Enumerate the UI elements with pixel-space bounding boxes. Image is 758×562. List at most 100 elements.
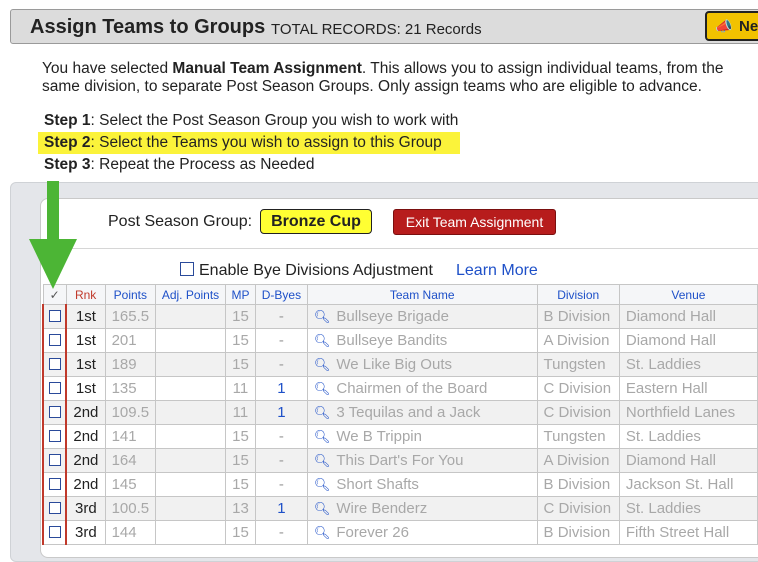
magnifier-icon[interactable]: 🔍︎ — [314, 525, 331, 540]
magnifier-icon[interactable]: 🔍︎ — [314, 357, 331, 372]
table-row: 1st 189 15- 🔍︎ We Like Big Outs Tungsten St. L… — [41, 352, 758, 377]
row-select-checkbox[interactable] — [41, 376, 68, 401]
teams-table: ✓ Rnk Points Adj. Points MP D-Byes Team … — [41, 284, 758, 545]
mp-cell: 15 — [224, 352, 256, 377]
division-cell: C Division — [536, 400, 620, 425]
rank-cell: 2nd — [65, 448, 106, 473]
team-name-cell[interactable]: 🔍︎ 3 Tequilas and a Jack — [306, 400, 538, 425]
team-name-cell[interactable]: 🔍︎ We Like Big Outs — [306, 352, 538, 377]
col-header-venue[interactable]: Venue — [618, 284, 758, 305]
team-name-cell[interactable]: 🔍︎ Bullseye Bandits — [306, 328, 538, 353]
adj-points-cell — [155, 328, 226, 353]
green-down-arrow — [29, 181, 77, 289]
row-select-checkbox[interactable] — [41, 424, 68, 449]
team-name-cell[interactable]: 🔍︎ Short Shafts — [306, 472, 538, 497]
venue-cell: Eastern Hall — [618, 376, 758, 401]
page-title: Assign Teams to Groups — [30, 16, 266, 38]
table-row: 2nd 145 15- 🔍︎ Short Shafts B Division Jackson… — [41, 472, 758, 497]
mp-cell: 11 — [224, 400, 256, 425]
venue-cell: Fifth Street Hall — [618, 520, 758, 545]
table-row: 2nd 141 15- 🔍︎ We B Trippin Tungsten St. Laddi… — [41, 424, 758, 449]
exit-team-assignment-button[interactable]: Exit Team Assignment — [393, 209, 556, 235]
magnifier-icon[interactable]: 🔍︎ — [314, 477, 331, 492]
rank-cell: 3rd — [65, 496, 106, 521]
magnifier-icon[interactable]: 🔍︎ — [314, 309, 331, 324]
team-name: Short Shafts — [336, 476, 419, 493]
d-byes-cell: 1 — [254, 376, 308, 401]
team-name: 3 Tequilas and a Jack — [336, 404, 481, 421]
points-cell: 141 — [104, 424, 157, 449]
points-cell: 201 — [104, 328, 157, 353]
col-header-adj-points[interactable]: Adj. Points — [155, 284, 226, 305]
title-bar: Assign Teams to Groups TOTAL RECORDS: 21… — [10, 9, 758, 44]
post-season-group-label: Post Season Group: — [108, 213, 253, 230]
d-byes-cell: 1 — [254, 496, 308, 521]
team-name-cell[interactable]: 🔍︎ This Dart's For You — [306, 448, 538, 473]
row-select-checkbox[interactable] — [41, 448, 68, 473]
adj-points-cell — [155, 496, 226, 521]
rank-cell: 1st — [65, 376, 106, 401]
team-name-cell[interactable]: 🔍︎ Chairmen of the Board — [306, 376, 538, 401]
team-name-cell[interactable]: 🔍︎ Wire Benderz — [306, 496, 538, 521]
rank-cell: 2nd — [65, 472, 106, 497]
division-cell: C Division — [536, 376, 620, 401]
col-header-division[interactable]: Division — [536, 284, 620, 305]
step-2-text: : Select the Teams you wish to assign to… — [90, 134, 442, 151]
row-select-checkbox[interactable] — [41, 472, 68, 497]
magnifier-icon[interactable]: 🔍︎ — [314, 453, 331, 468]
col-header-team-name[interactable]: Team Name — [306, 284, 538, 305]
row-select-checkbox[interactable] — [41, 496, 68, 521]
col-header-mp[interactable]: MP — [224, 284, 256, 305]
new-button[interactable]: 📣 Ne — [705, 11, 758, 41]
row-select-checkbox[interactable] — [41, 304, 68, 329]
d-byes-cell: 1 — [254, 400, 308, 425]
learn-more-link[interactable]: Learn More — [456, 262, 538, 280]
magnifier-icon[interactable]: 🔍︎ — [314, 333, 331, 348]
points-cell: 189 — [104, 352, 157, 377]
checkbox[interactable] — [48, 382, 61, 394]
bye-divisions-label: Enable Bye Divisions Adjustment — [199, 262, 433, 279]
division-cell: Tungsten — [536, 424, 620, 449]
post-season-group-badge[interactable]: Bronze Cup — [260, 209, 372, 234]
team-name: Bullseye Brigade — [336, 308, 449, 325]
bye-divisions-checkbox[interactable] — [180, 262, 194, 276]
checkbox[interactable] — [48, 502, 61, 514]
division-cell: A Division — [536, 328, 620, 353]
col-header-points[interactable]: Points — [104, 284, 157, 305]
venue-cell: Northfield Lanes — [618, 400, 758, 425]
step-3: Step 3: Repeat the Process as Needed — [44, 156, 315, 174]
checkbox[interactable] — [48, 454, 61, 466]
checkbox[interactable] — [48, 310, 61, 322]
team-name-cell[interactable]: 🔍︎ We B Trippin — [306, 424, 538, 449]
team-name-cell[interactable]: 🔍︎ Bullseye Brigade — [306, 304, 538, 329]
checkbox[interactable] — [48, 526, 61, 538]
mp-cell: 15 — [224, 448, 256, 473]
magnifier-icon[interactable]: 🔍︎ — [314, 429, 331, 444]
row-select-checkbox[interactable] — [41, 520, 68, 545]
d-byes-cell: - — [254, 352, 308, 377]
magnifier-icon[interactable]: 🔍︎ — [314, 501, 331, 516]
checkbox[interactable] — [48, 430, 61, 442]
intro-mode: Manual Team Assignment — [172, 60, 362, 77]
checkbox[interactable] — [48, 334, 61, 346]
checkbox[interactable] — [48, 406, 61, 418]
step-1-label: Step 1 — [44, 112, 91, 129]
checkbox[interactable] — [48, 478, 61, 490]
venue-cell: Jackson St. Hall — [618, 472, 758, 497]
mp-cell: 15 — [224, 520, 256, 545]
d-byes-cell: - — [254, 328, 308, 353]
col-header-d-byes[interactable]: D-Byes — [254, 284, 308, 305]
row-select-checkbox[interactable] — [41, 352, 68, 377]
row-select-checkbox[interactable] — [41, 400, 68, 425]
team-name-cell[interactable]: 🔍︎ Forever 26 — [306, 520, 538, 545]
adj-points-cell — [155, 424, 226, 449]
magnifier-icon[interactable]: 🔍︎ — [314, 405, 331, 420]
table-row: 3rd 144 15- 🔍︎ Forever 26 B Division Fifth Str… — [41, 520, 758, 545]
checkbox[interactable] — [48, 358, 61, 370]
division-cell: B Division — [536, 472, 620, 497]
bye-divisions-toggle[interactable]: Enable Bye Divisions Adjustment — [180, 262, 433, 280]
division-cell: Tungsten — [536, 352, 620, 377]
row-select-checkbox[interactable] — [41, 328, 68, 353]
magnifier-icon[interactable]: 🔍︎ — [314, 381, 331, 396]
division-cell: C Division — [536, 496, 620, 521]
